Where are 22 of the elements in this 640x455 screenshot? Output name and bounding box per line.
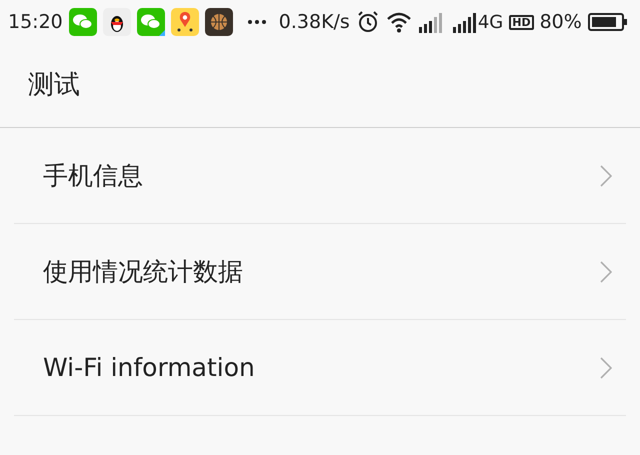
chat-icon (68, 8, 97, 36)
wifi-icon (386, 11, 412, 33)
map-pin-icon (170, 8, 199, 36)
network-type: 4G (478, 10, 504, 34)
chat-icon (136, 8, 165, 36)
alarm-clock-icon (356, 10, 380, 34)
chevron-right-icon (600, 260, 612, 282)
more-icon (246, 19, 267, 25)
hd-badge: HD (509, 14, 534, 30)
penguin-icon (102, 8, 131, 36)
settings-item[interactable]: 手机信息 (14, 128, 626, 224)
chevron-right-icon (600, 164, 612, 186)
clock-time: 15:20 (8, 10, 63, 35)
page-title: 测试 (28, 69, 80, 102)
settings-item[interactable]: Wi-Fi information (14, 320, 626, 416)
battery-percent: 80% (540, 10, 582, 35)
network-speed: 0.38K/s (278, 10, 350, 35)
signal-icon (418, 11, 442, 33)
signal-icon (452, 11, 476, 33)
settings-item[interactable]: 使用情况统计数据 (14, 224, 626, 320)
battery-icon (588, 13, 628, 31)
chevron-right-icon (600, 356, 612, 378)
